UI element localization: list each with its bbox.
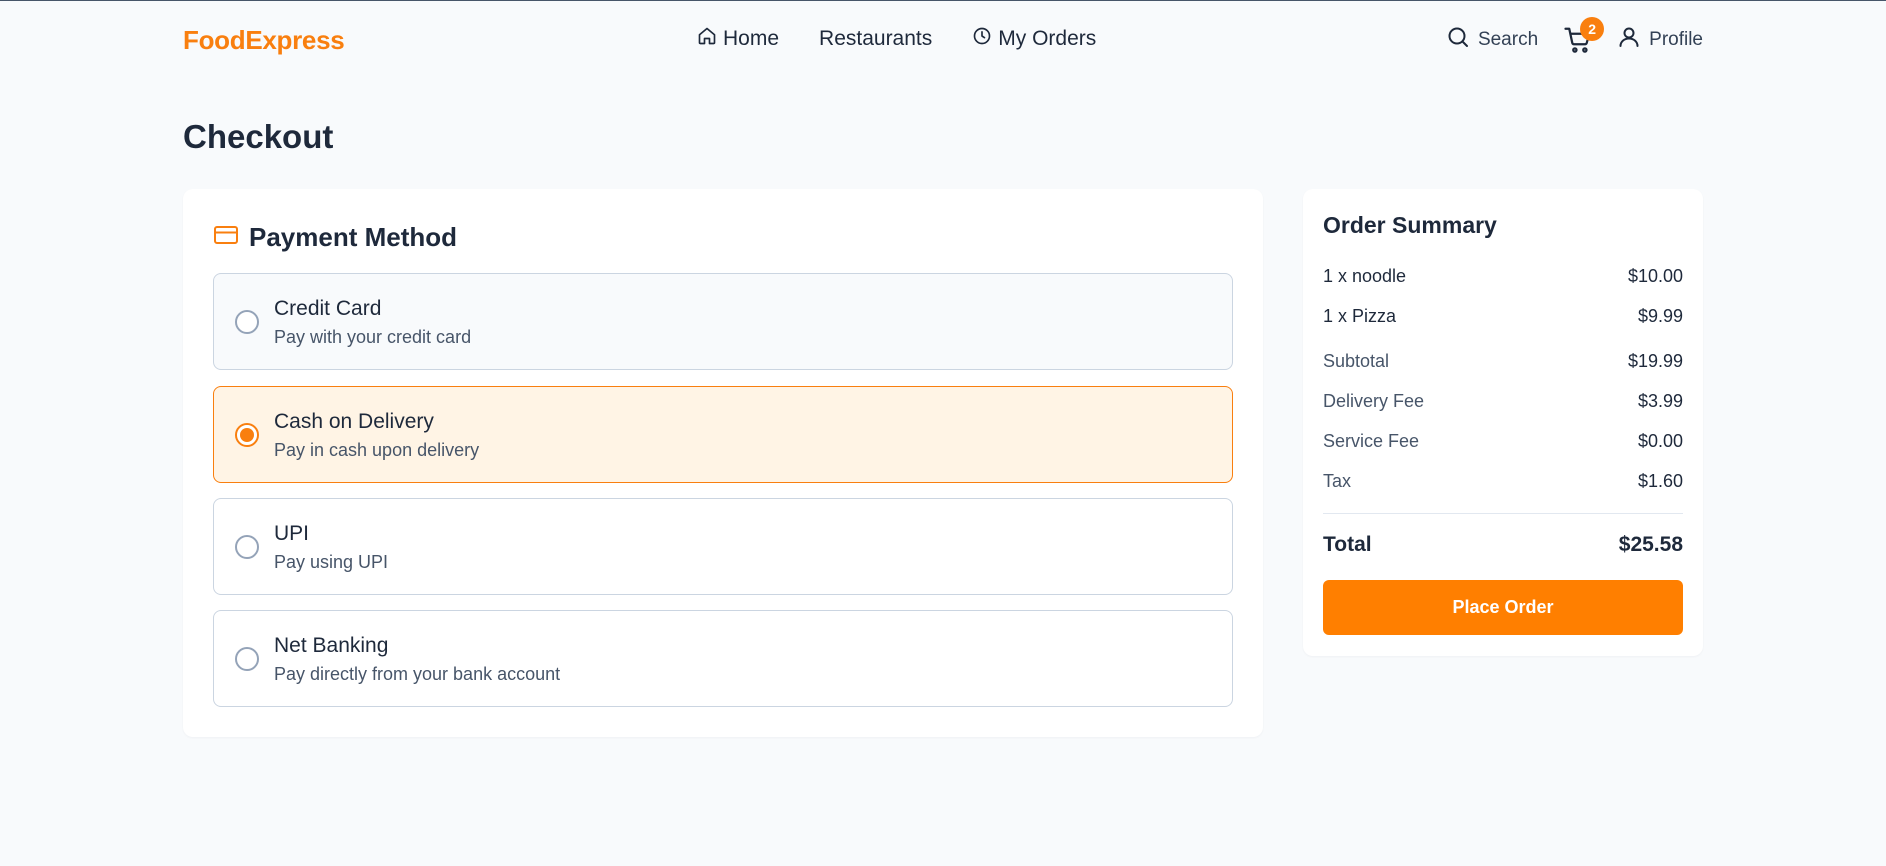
payment-option-cash-on-delivery[interactable]: Cash on Delivery Pay in cash upon delive… — [213, 386, 1233, 483]
total-label: Total — [1323, 533, 1372, 556]
radio-button[interactable] — [235, 535, 259, 559]
total-value: $25.58 — [1618, 533, 1683, 556]
nav-my-orders-label: My Orders — [998, 27, 1097, 50]
nav-restaurants[interactable]: Restaurants — [819, 27, 932, 51]
subtotal-label: Subtotal — [1323, 351, 1390, 371]
service-fee-label: Service Fee — [1323, 431, 1420, 451]
nav-restaurants-label: Restaurants — [819, 27, 933, 50]
header-actions: Search 2 Profile — [1446, 17, 1703, 55]
search-button[interactable]: Search — [1446, 25, 1538, 55]
page-title: Checkout — [183, 118, 334, 155]
top-navbar: FoodExpress Home Restaurants My Orders S… — [0, 1, 1886, 79]
service-fee-value: $0.00 — [1637, 431, 1683, 451]
brand-logo[interactable]: FoodExpress — [183, 25, 345, 56]
payment-method-header: Payment Method — [213, 222, 457, 253]
search-icon — [1446, 25, 1470, 55]
summary-item-price: $10.00 — [1627, 266, 1683, 286]
user-icon — [1617, 25, 1641, 55]
subtotal-row: Subtotal $19.99 — [1323, 351, 1683, 372]
tax-value: $1.60 — [1637, 471, 1683, 491]
credit-card-icon — [213, 222, 239, 253]
profile-button[interactable]: Profile — [1617, 25, 1703, 55]
order-summary-card: Order Summary 1 x noodle $10.00 1 x Pizz… — [1303, 189, 1703, 656]
order-summary-title: Order Summary — [1323, 212, 1497, 238]
payment-option-label: Credit Card — [274, 297, 382, 320]
summary-item-price: $9.99 — [1637, 306, 1683, 326]
cart-button[interactable]: 2 — [1563, 17, 1605, 55]
payment-method-title: Payment Method — [249, 222, 458, 252]
cart-count-badge: 2 — [1580, 17, 1605, 41]
nav-my-orders[interactable]: My Orders — [972, 26, 1096, 52]
payment-option-credit-card[interactable]: Credit Card Pay with your credit card — [213, 273, 1233, 370]
payment-option-label: Net Banking — [274, 634, 389, 657]
payment-option-description: Pay in cash upon delivery — [274, 440, 480, 460]
payment-option-description: Pay with your credit card — [274, 327, 472, 347]
summary-item-row: 1 x noodle $10.00 — [1323, 266, 1683, 287]
subtotal-value: $19.99 — [1627, 351, 1683, 371]
nav-home-label: Home — [723, 27, 780, 50]
summary-item-row: 1 x Pizza $9.99 — [1323, 306, 1683, 327]
radio-button[interactable] — [235, 310, 259, 334]
radio-button-selected[interactable] — [235, 423, 259, 447]
delivery-fee-label: Delivery Fee — [1323, 391, 1425, 411]
place-order-button[interactable]: Place Order — [1323, 580, 1683, 635]
payment-method-card: Payment Method Credit Card Pay with your… — [183, 189, 1263, 737]
delivery-fee-row: Delivery Fee $3.99 — [1323, 391, 1683, 412]
summary-item-name: 1 x noodle — [1323, 266, 1407, 286]
payment-option-label: UPI — [274, 522, 310, 545]
total-row: Total $25.58 — [1323, 533, 1683, 557]
search-label: Search — [1477, 29, 1539, 50]
payment-option-net-banking[interactable]: Net Banking Pay directly from your bank … — [213, 610, 1233, 707]
service-fee-row: Service Fee $0.00 — [1323, 431, 1683, 452]
cart-icon — [1563, 27, 1593, 59]
tax-row: Tax $1.60 — [1323, 471, 1683, 492]
payment-option-description: Pay using UPI — [274, 552, 389, 572]
summary-divider — [1323, 513, 1683, 514]
home-icon — [697, 26, 717, 52]
payment-option-label: Cash on Delivery — [274, 410, 434, 433]
main-nav: Home Restaurants My Orders — [697, 26, 1096, 52]
summary-item-name: 1 x Pizza — [1323, 306, 1397, 326]
radio-button[interactable] — [235, 647, 259, 671]
payment-option-description: Pay directly from your bank account — [274, 664, 561, 684]
nav-home[interactable]: Home — [697, 26, 779, 52]
tax-label: Tax — [1323, 471, 1352, 491]
delivery-fee-value: $3.99 — [1637, 391, 1683, 411]
clock-icon — [972, 26, 992, 52]
payment-option-upi[interactable]: UPI Pay using UPI — [213, 498, 1233, 595]
profile-label: Profile — [1649, 29, 1703, 50]
